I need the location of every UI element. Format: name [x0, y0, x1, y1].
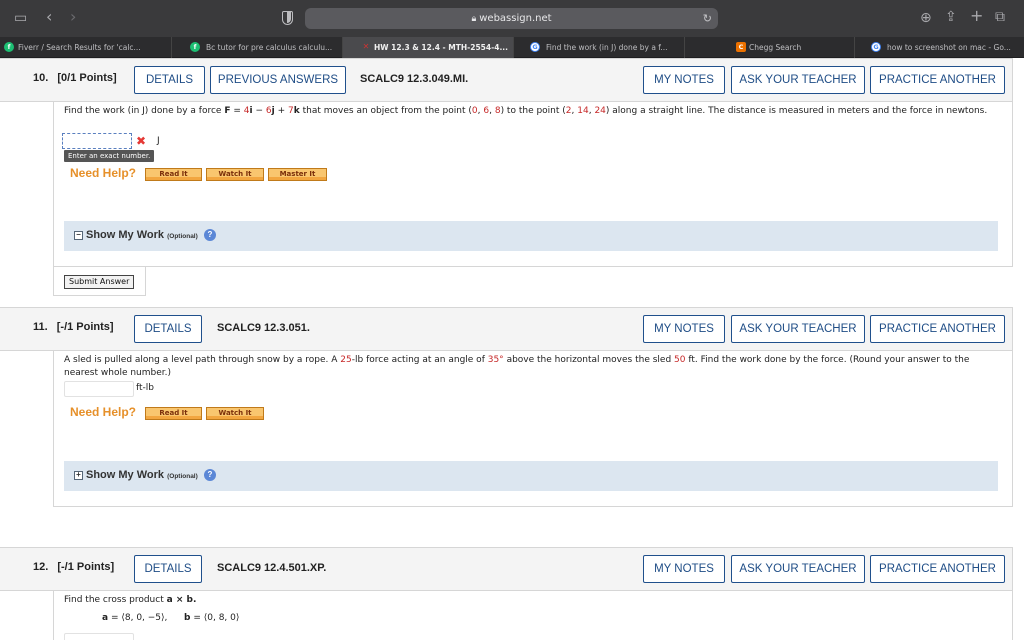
expand-toggle-icon[interactable]: − [74, 231, 83, 240]
reload-icon[interactable]: ↻ [703, 8, 712, 29]
download-icon[interactable]: ⊕ [920, 11, 932, 25]
incorrect-x-icon: ✖ [136, 134, 147, 148]
address-bar[interactable]: 🔒︎ webassign.net ↻ [305, 8, 718, 29]
tab-google-screenshot[interactable]: Ghow to screenshot on mac - Go... [855, 37, 1024, 58]
show-my-work-panel[interactable]: − Show My Work (Optional) ? [64, 221, 998, 251]
points-label: [-/1 Points] [57, 561, 115, 573]
tab-overview-icon[interactable]: ⧉ [995, 10, 1005, 24]
help-question-icon[interactable]: ? [204, 469, 216, 481]
answer-input[interactable] [64, 633, 134, 640]
tab-bar: f Fiverr / Search Results for 'calc... fB… [0, 37, 1024, 58]
question-number: 10. [0/1 Points] [33, 72, 117, 84]
read-it-button[interactable]: Read It [145, 168, 202, 181]
vector-a: a = ⟨8, 0, −5⟩, [102, 613, 168, 623]
help-question-icon[interactable]: ? [204, 229, 216, 241]
points-label: [-/1 Points] [56, 321, 114, 333]
tab-fiverr-search[interactable]: f Fiverr / Search Results for 'calc... [0, 37, 172, 58]
url-text: webassign.net [479, 13, 552, 24]
ask-your-teacher-button[interactable]: ASK YOUR TEACHER [731, 66, 865, 94]
question-10-header: 10. [0/1 Points] DETAILS PREVIOUS ANSWER… [0, 58, 1013, 102]
answer-input[interactable] [62, 133, 132, 149]
sidebar-toggle-icon[interactable]: ▭ [14, 11, 27, 25]
details-button[interactable]: DETAILS [134, 66, 205, 94]
practice-another-button[interactable]: PRACTICE ANOTHER [870, 555, 1005, 583]
question-code: SCALC9 12.3.049.MI. [360, 73, 469, 85]
question-code: SCALC9 12.3.051. [217, 322, 310, 334]
unit-label: J [157, 136, 160, 146]
webassign-icon: ✕ [362, 42, 370, 51]
ask-your-teacher-button[interactable]: ASK YOUR TEACHER [731, 315, 865, 343]
lock-icon: 🔒︎ [471, 14, 477, 24]
details-button[interactable]: DETAILS [134, 555, 202, 583]
share-icon[interactable]: ⇪ [945, 10, 957, 24]
tab-chegg[interactable]: C Chegg Search [685, 37, 855, 58]
chegg-icon: C [736, 42, 746, 52]
my-notes-button[interactable]: MY NOTES [643, 555, 725, 583]
watch-it-button[interactable]: Watch It [206, 407, 264, 420]
question-number: 12. [-/1 Points] [33, 561, 115, 573]
need-help-label: Need Help? [70, 405, 137, 419]
show-my-work-panel[interactable]: + Show My Work (Optional) ? [64, 461, 998, 491]
show-my-work-label: Show My Work (Optional) [86, 469, 198, 481]
previous-answers-button[interactable]: PREVIOUS ANSWERS [210, 66, 346, 94]
practice-another-button[interactable]: PRACTICE ANOTHER [870, 315, 1005, 343]
need-help-label: Need Help? [70, 166, 137, 180]
question-number: 11. [-/1 Points] [33, 321, 114, 333]
tab-label: Fiverr / Search Results for 'calc... [18, 43, 141, 52]
page-content: 10. [0/1 Points] DETAILS PREVIOUS ANSWER… [0, 58, 1024, 640]
question-12-body: Find the cross product a × b. a = ⟨8, 0,… [53, 591, 1013, 640]
privacy-shield-icon[interactable] [282, 11, 293, 25]
tab-label: HW 12.3 & 12.4 - MTH-2554-4... [374, 43, 508, 52]
question-code: SCALC9 12.4.501.XP. [217, 562, 327, 574]
expand-toggle-icon[interactable]: + [74, 471, 83, 480]
watch-it-button[interactable]: Watch It [206, 168, 264, 181]
submit-answer-button[interactable]: Submit Answer [64, 275, 135, 289]
tab-label: how to screenshot on mac - Go... [887, 43, 1011, 52]
unit-label: ft-lb [136, 383, 154, 393]
submit-area: Submit Answer [53, 267, 146, 296]
my-notes-button[interactable]: MY NOTES [643, 315, 725, 343]
tab-google-work[interactable]: G Find the work (in J) done by a f... [514, 37, 685, 58]
question-10-text: Find the work (in J) done by a force F =… [64, 106, 988, 116]
ask-your-teacher-button[interactable]: ASK YOUR TEACHER [731, 555, 865, 583]
tab-label: Find the work (in J) done by a f... [546, 43, 668, 52]
my-notes-button[interactable]: MY NOTES [643, 66, 725, 94]
question-11-text: A sled is pulled along a level path thro… [64, 355, 970, 378]
answer-input[interactable] [64, 381, 134, 397]
show-my-work-label: Show My Work (Optional) [86, 229, 198, 241]
question-11-header: 11. [-/1 Points] DETAILS SCALC9 12.3.051… [0, 307, 1013, 351]
details-button[interactable]: DETAILS [134, 315, 202, 343]
vector-b: b = ⟨0, 8, 0⟩ [184, 613, 240, 623]
question-12-text: Find the cross product a × b. [64, 595, 197, 605]
browser-toolbar: ▭ ‹ › 🔒︎ webassign.net ↻ ⊕ ⇪ + ⧉ [0, 0, 1024, 37]
google-icon: G [530, 42, 540, 52]
tab-label: Bc tutor for pre calculus calculu... [206, 43, 333, 52]
google-icon: G [871, 42, 881, 52]
new-tab-icon[interactable]: + [970, 8, 983, 24]
read-it-button[interactable]: Read It [145, 407, 202, 420]
forward-icon[interactable]: › [70, 9, 76, 25]
hint-tooltip: Enter an exact number. [64, 150, 155, 162]
question-12-header: 12. [-/1 Points] DETAILS SCALC9 12.4.501… [0, 547, 1013, 591]
tab-fiverr-tutor[interactable]: f Bc tutor for pre calculus calculu... [172, 37, 343, 58]
tab-webassign-hw[interactable]: ✕ HW 12.3 & 12.4 - MTH-2554-4... [343, 37, 514, 58]
fiverr-icon: f [4, 42, 14, 52]
tab-label: Chegg Search [749, 43, 802, 52]
fiverr-icon: f [190, 42, 200, 52]
points-label: [0/1 Points] [57, 72, 117, 84]
practice-another-button[interactable]: PRACTICE ANOTHER [870, 66, 1005, 94]
master-it-button[interactable]: Master It [268, 168, 327, 181]
back-icon[interactable]: ‹ [46, 9, 52, 25]
